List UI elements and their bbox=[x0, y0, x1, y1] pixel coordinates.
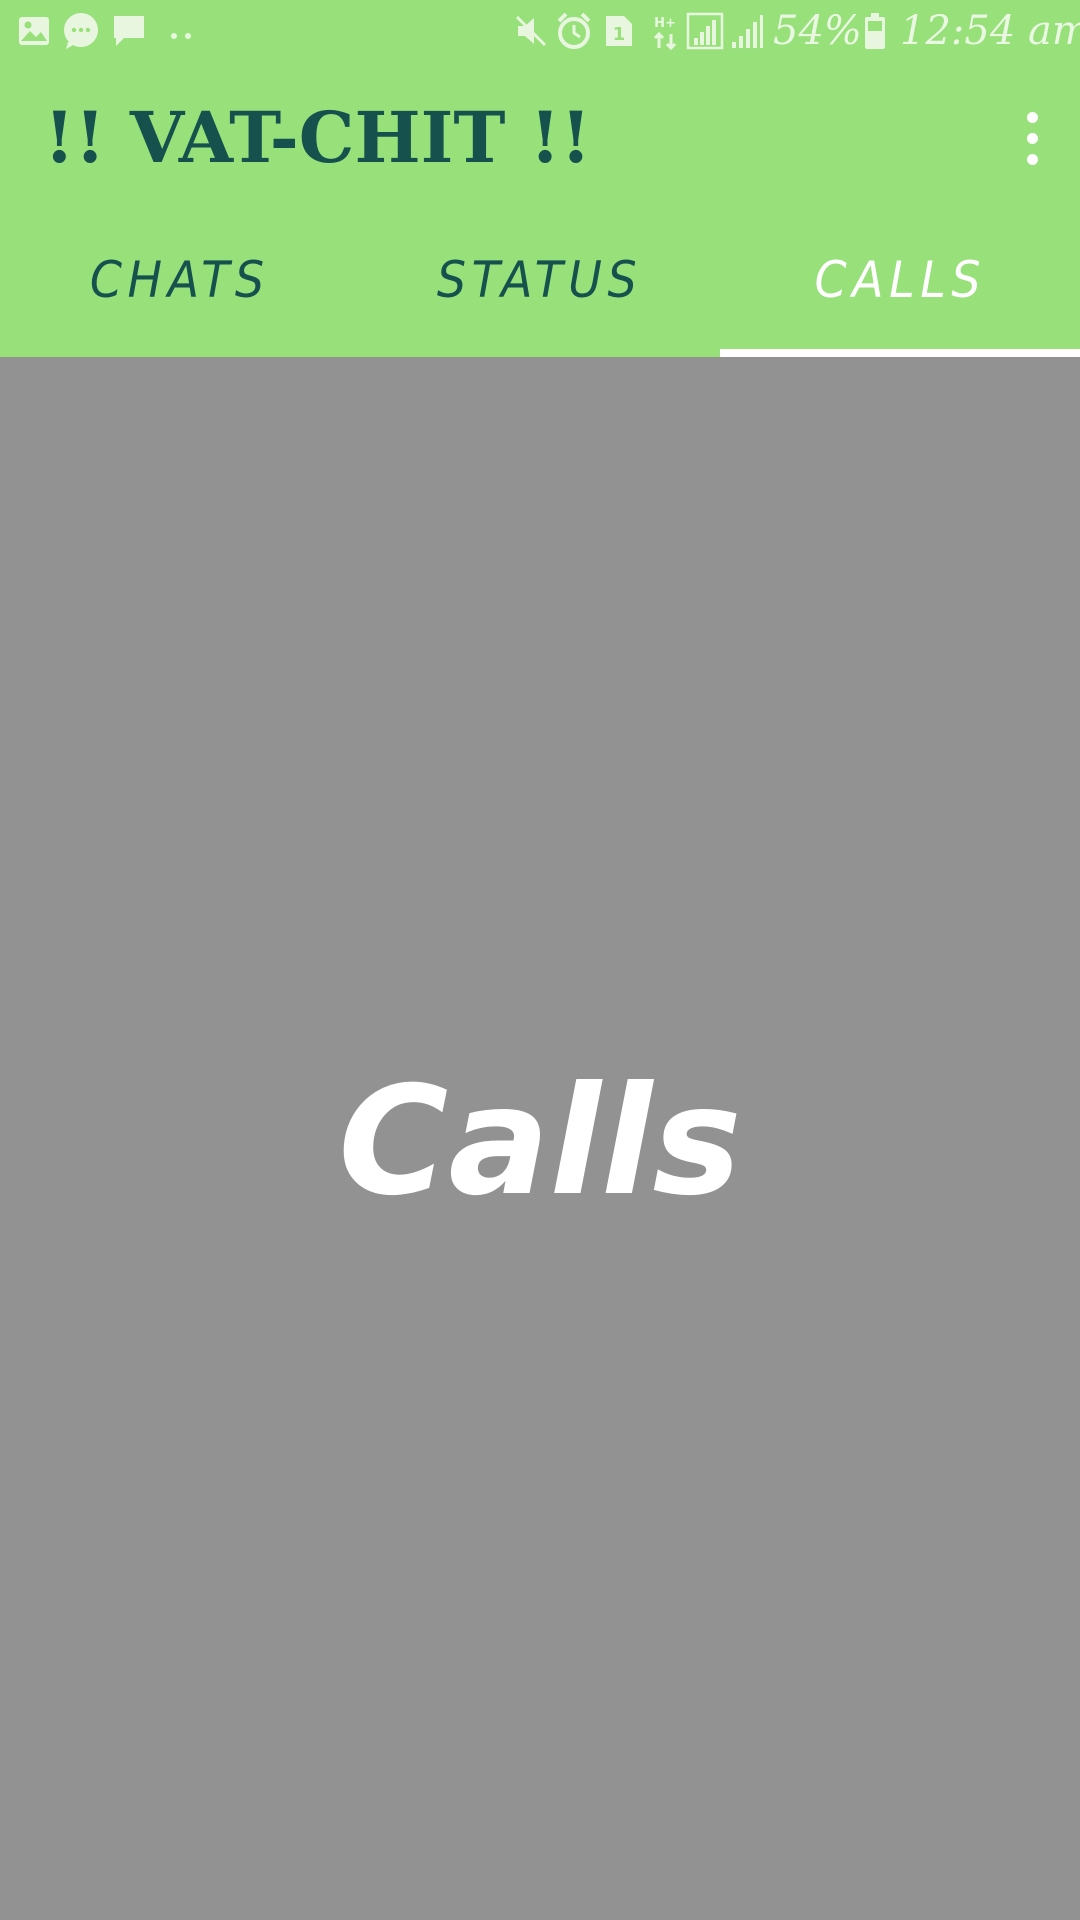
sim-label: 1 bbox=[613, 24, 626, 45]
tab-status[interactable]: STATUS bbox=[360, 212, 720, 357]
more-dots-icon bbox=[170, 26, 194, 45]
screen: 1 H+ 54% 12:54 am !! VAT-CHIT !! CHATS S… bbox=[0, 0, 1080, 1920]
tab-calls[interactable]: CALLS bbox=[720, 212, 1080, 357]
tab-status-label: STATUS bbox=[437, 250, 643, 309]
signal-2-icon bbox=[730, 12, 764, 54]
overflow-menu-button[interactable] bbox=[1008, 108, 1056, 172]
data-arrows-icon: H+ bbox=[652, 14, 678, 54]
app-title: !! VAT-CHIT !! bbox=[44, 96, 592, 179]
mute-icon bbox=[514, 14, 548, 52]
tab-chats[interactable]: CHATS bbox=[0, 212, 360, 357]
sim-1-icon: 1 bbox=[604, 14, 634, 52]
active-tab-indicator bbox=[720, 349, 1080, 357]
tab-calls-label: CALLS bbox=[814, 250, 986, 309]
calls-placeholder-text: Calls bbox=[338, 1055, 742, 1229]
status-bar: 1 H+ 54% 12:54 am bbox=[0, 0, 1080, 62]
calls-content: Calls bbox=[0, 357, 1080, 1920]
battery-percent: 54% bbox=[773, 8, 862, 54]
battery-icon bbox=[864, 12, 886, 54]
data-label: H+ bbox=[654, 16, 676, 31]
alarm-icon bbox=[556, 12, 592, 54]
gallery-icon bbox=[18, 16, 50, 50]
message-bubble-icon bbox=[62, 12, 100, 54]
tab-chats-label: CHATS bbox=[90, 250, 270, 309]
chat-icon bbox=[112, 14, 146, 52]
tab-bar: CHATS STATUS CALLS bbox=[0, 212, 1080, 357]
signal-icon bbox=[686, 12, 724, 54]
clock: 12:54 am bbox=[900, 8, 1080, 54]
app-bar: !! VAT-CHIT !! bbox=[0, 62, 1080, 212]
